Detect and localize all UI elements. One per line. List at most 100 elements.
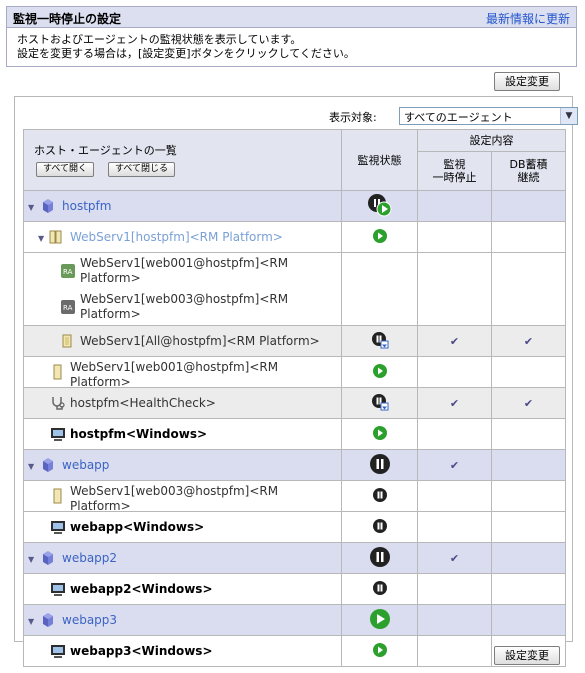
expand-toggle-icon[interactable]: ▼ [28,462,34,471]
db-cell [491,221,566,253]
agent-name[interactable]: webapp2<Windows> [70,582,213,597]
table-row[interactable]: webapp2<Windows> [23,573,566,605]
expand-toggle-icon[interactable]: ▼ [28,555,34,564]
table-row[interactable]: ▼ webapp2 ✔ [23,542,566,574]
change-settings-button-bottom[interactable]: 設定変更 [494,646,560,665]
table-row[interactable]: webapp<Windows> [23,511,566,543]
table-row[interactable]: webapp3<Windows> [23,635,566,667]
host-group-icon [43,199,53,213]
list-header: ホスト・エージェントの一覧 すべて開く すべて閉じる [23,129,342,191]
table-row[interactable]: ▼ WebServ1[hostpfm]<RM Platform> [23,221,566,253]
pause-status-icon [372,487,387,502]
change-settings-button-top[interactable]: 設定変更 [494,72,560,91]
agent-icon [53,488,62,504]
host-group-icon [43,551,53,565]
status-cell [341,252,418,289]
suspend-cell [417,511,492,543]
agent-name[interactable]: hostpfm<HealthCheck> [70,396,216,411]
db-cell [491,418,566,450]
db-cell [491,573,566,605]
suspend-check-icon: ✔ [417,387,492,419]
pause-status-icon [369,453,390,474]
suspend-cell [417,635,492,667]
db-cell [491,356,566,388]
table-row[interactable]: WebServ1[web003@hostpfm]<RM Platform> [23,480,566,514]
db-cell [491,542,566,574]
agent-name[interactable]: WebServ1[hostpfm]<RM Platform> [70,230,283,245]
agent-name[interactable]: hostpfm<Windows> [70,427,207,442]
table-row[interactable]: RA WebServ1[web001@hostpfm]<RM Platform> [23,252,566,289]
expand-all-button[interactable]: すべて開く [36,162,95,177]
db-check-icon: ✔ [491,387,566,419]
suspend-check-icon: ✔ [417,325,492,357]
suspend-cell [417,356,492,388]
suspend-cell [417,573,492,605]
db-cell [491,480,566,512]
list-header-label: ホスト・エージェントの一覧 [34,144,177,157]
db-cell [491,190,566,222]
play-status-icon [372,425,387,440]
agent-name[interactable]: WebServ1[web001@hostpfm]<RM Platform> [70,360,310,390]
pause-status-icon [372,518,387,533]
agent-name[interactable]: WebServ1[web003@hostpfm]<RM Platform> [80,292,310,322]
table-row[interactable]: ▼ webapp ✔ [23,449,566,481]
agent-name[interactable]: WebServ1[web001@hostpfm]<RM Platform> [80,256,310,286]
host-group-icon [43,613,53,627]
table-row[interactable]: hostpfm<Windows> [23,418,566,450]
remote-agent-icon: RA [61,264,75,278]
table-row[interactable]: hostpfm<HealthCheck> ✔ ✔ [23,387,566,419]
play-status-icon [372,228,387,243]
expand-toggle-icon[interactable]: ▼ [28,203,34,212]
suspend-cell [417,221,492,253]
suspend-cell [417,418,492,450]
db-cell [491,289,566,326]
play-status-icon [372,642,387,657]
chevron-down-icon[interactable]: ▼ [560,108,577,124]
windows-agent-icon [51,583,65,596]
agent-group-icon [62,334,72,348]
suspend-cell [417,252,492,289]
host-name[interactable]: webapp3 [62,613,117,628]
agent-name[interactable]: WebServ1[web003@hostpfm]<RM Platform> [70,484,310,514]
status-header: 監視状態 [341,129,418,191]
host-group-icon [43,458,53,472]
collapse-all-button[interactable]: すべて閉じる [108,162,176,177]
suspend-header: 監視 一時停止 [417,150,492,192]
agent-name[interactable]: webapp3<Windows> [70,644,213,659]
monitor-panel: 表示対象: すべてのエージェント ▼ ホスト・エージェントの一覧 すべて開く す… [14,96,578,667]
remote-agent-icon: RA [61,300,75,314]
stethoscope-icon [52,397,65,410]
refresh-link[interactable]: 最新情報に更新 [486,10,570,27]
target-select[interactable]: すべてのエージェント ▼ [399,107,578,125]
pause-status-icon [369,546,390,567]
db-cell [491,511,566,543]
page-title: 監視一時停止の設定 [13,12,122,26]
description-line-1: ホストおよびエージェントの監視状態を表示しています。 [17,33,302,46]
agent-name[interactable]: WebServ1[All@hostpfm]<RM Platform> [80,334,320,349]
agent-name[interactable]: webapp<Windows> [70,520,204,535]
table-row[interactable]: ▼ webapp3 [23,604,566,636]
agent-icon [53,364,62,380]
filter-label: 表示対象: [329,111,377,124]
pause-mixed-status-icon [371,331,388,348]
expand-toggle-icon[interactable]: ▼ [38,234,44,243]
windows-agent-icon [51,428,65,441]
table-row[interactable]: ▼ hostpfm [23,190,566,222]
target-select-value: すべてのエージェント [404,111,513,124]
db-cell [491,449,566,481]
status-cell [341,289,418,326]
pause-status-icon [372,580,387,595]
host-name[interactable]: webapp2 [62,551,117,566]
suspend-cell [417,289,492,326]
suspend-check-icon: ✔ [417,542,492,574]
table-row[interactable]: WebServ1[web001@hostpfm]<RM Platform> [23,356,566,390]
suspend-cell [417,190,492,222]
table-row[interactable]: RA WebServ1[web003@hostpfm]<RM Platform> [23,289,566,326]
table-row[interactable]: WebServ1[All@hostpfm]<RM Platform> ✔ ✔ [23,325,566,357]
db-continue-header: DB蓄積 継続 [491,150,566,192]
host-name[interactable]: webapp [62,458,109,473]
suspend-cell [417,480,492,512]
host-name[interactable]: hostpfm [62,199,111,214]
play-status-icon [372,363,387,378]
expand-toggle-icon[interactable]: ▼ [28,617,34,626]
